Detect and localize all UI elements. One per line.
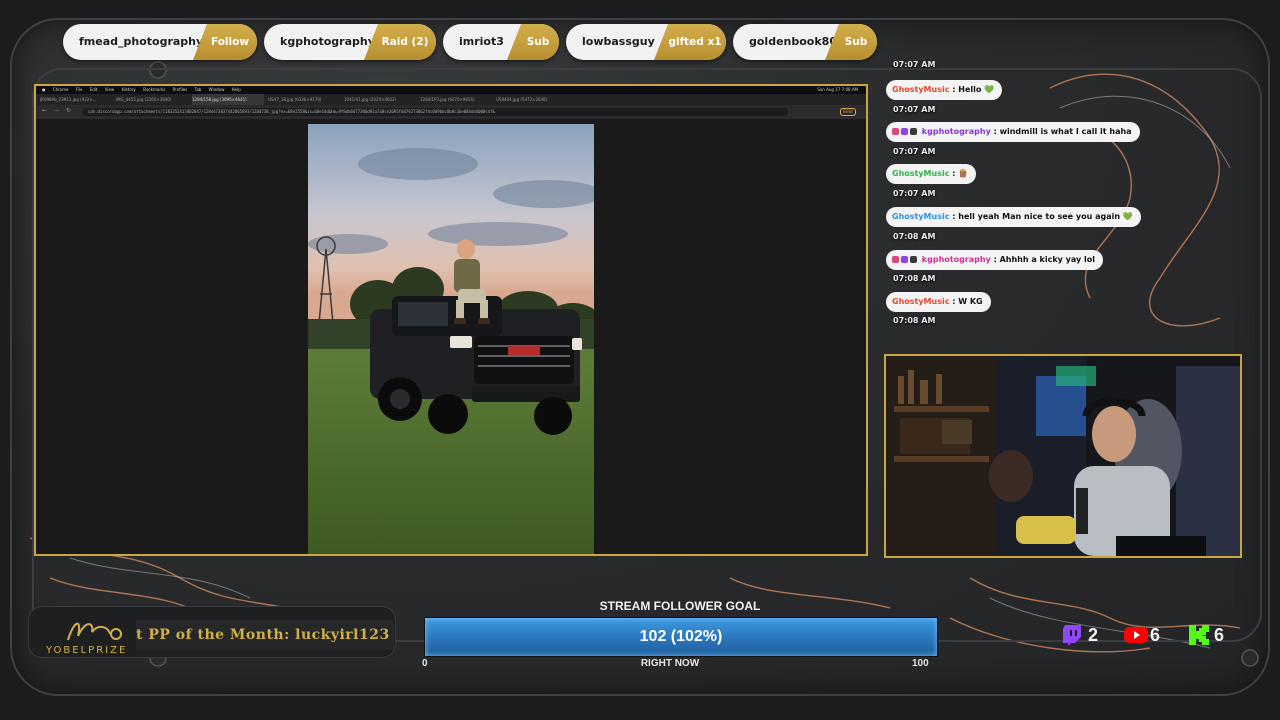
signature-logo-icon [67,622,122,641]
kick-icon [1189,625,1209,645]
chat-message: kgphotography : Ahhhh a kicky yay lol [886,250,1103,270]
chat-timestamp: 07:08 AM [893,316,936,325]
error-badge[interactable]: Error [840,108,856,116]
goal-max: 100 [912,658,929,669]
twitch-counter: 2 [1062,624,1098,646]
alert-username: kgphotography [280,35,375,48]
youtube-count: 6 [1150,625,1161,645]
menu-clock: Sun Aug 17 7:08 AM [817,87,858,92]
forward-icon[interactable]: → [54,107,59,114]
chat-timestamp: 07:08 AM [893,232,936,241]
apple-icon[interactable]: ● [42,87,46,92]
browser-tabs: JR0989b_23911.jpg (922×... IMG_4455.jpg (… [36,94,866,105]
chat-username: kgphotography [921,127,991,136]
image-viewer [36,119,866,554]
browser-tab[interactable]: 1041/01.jpg (3024×4032) [344,94,416,105]
menu-item[interactable]: Bookmarks [143,87,165,92]
bits-badge-icon [910,128,917,135]
menu-item[interactable]: File [76,87,83,92]
menu-item[interactable]: View [105,87,115,92]
chat-text: Hello 💚 [958,85,995,94]
address-bar-row: ← → ↻ cdn.discordapp.com/attachments/118… [36,105,866,119]
alert-pill: goldenbook80 Sub [733,24,877,60]
menu-item[interactable]: Chrome [53,87,69,92]
chat-username: kgphotography [921,255,991,264]
bits-badge-icon [910,256,917,263]
chat-message: GhostyMusic : hell yeah Man nice to see … [886,207,1141,227]
chat-username: GhostyMusic [892,85,950,94]
chat-emote: 🪵 [958,169,969,178]
alert-username: lowbassguy [582,35,655,48]
alert-username: fmead_photography [79,35,204,48]
brand-wordmark: YOBELPRIZE [46,645,128,656]
browser-tab[interactable]: USA7_18.jpg (6336×9170) [268,94,340,105]
goal-title: STREAM FOLLOWER GOAL [599,599,761,613]
alert-pill: lowbassguy gifted x1 [566,24,726,60]
alert-action: gifted x1 [654,24,726,60]
menu-item[interactable]: Window [209,87,225,92]
browser-tab[interactable]: IMG_4455.jpg (2160×3840) [116,94,188,105]
chat-timestamp: 07:07 AM [893,105,936,114]
alert-pill: imriot3 Sub [443,24,559,60]
youtube-counter: 6 [1124,624,1160,646]
alert-username: goldenbook80 [749,35,837,48]
url-input[interactable]: cdn.discordapp.com/attachments/118335241… [82,108,788,116]
browser-tab[interactable]: JR0989b_23911.jpg (922×... [40,94,112,105]
chat-text: Ahhhh a kicky yay lol [999,255,1095,264]
chat-username: GhostyMusic [892,169,950,178]
kick-counter: 6 [1188,624,1224,646]
chat-message: GhostyMusic : Hello 💚 [886,80,1003,100]
alert-pill: fmead_photography Follow [63,24,257,60]
webcam-feed [884,354,1242,558]
screen-capture: ● Chrome File Edit View History Bookmark… [34,84,868,556]
chat-timestamp: 07:07 AM [893,189,936,198]
alert-username: imriot3 [459,35,504,48]
menu-item[interactable]: Tab [195,87,202,92]
chat-username: GhostyMusic [892,212,950,221]
twitch-count: 2 [1088,625,1099,645]
webcam-image [886,356,1240,556]
chat-message: GhostyMusic : W KG [886,292,991,312]
potm-ticker: t PP of the Month: luckyirl123 [136,620,394,650]
alert-action: Sub [507,24,559,60]
browser-tab[interactable]: 1284/1P3.jpg (6470×9856) [420,94,492,105]
twitch-icon [1063,625,1081,646]
chat-timestamp: 07:07 AM [893,60,936,69]
chat-message: GhostyMusic : 🪵 [886,164,977,184]
chat-username: GhostyMusic [892,297,950,306]
menu-item[interactable]: Profiles [173,87,188,92]
reload-icon[interactable]: ↻ [66,107,71,114]
back-icon[interactable]: ← [42,107,47,114]
browser-tab[interactable]: US8404.jpg (5472×3648) [496,94,568,105]
goal-progress-bar: 102 (102%) [424,617,938,657]
subscriber-badge-icon [892,256,899,263]
chat-timestamp: 07:08 AM [893,274,936,283]
goal-min: 0 [422,658,428,669]
kick-count: 6 [1214,625,1225,645]
subscriber-badge-icon [892,128,899,135]
browser-tab-active[interactable]: 1294/158.jpg (3096×4641) [192,94,264,105]
menu-item[interactable]: Edit [90,87,98,92]
mac-menu-bar: ● Chrome File Edit View History Bookmark… [36,86,866,94]
truck-photo [308,124,594,554]
chat-message: kgphotography : windmill is what I call … [886,122,1140,142]
menu-item[interactable]: History [122,87,136,92]
youtube-icon [1124,627,1148,643]
chat-text: hell yeah Man nice to see you again 💚 [958,212,1133,221]
vip-badge-icon [901,128,908,135]
menu-item[interactable]: Help [232,87,241,92]
chat-text: W KG [958,297,983,306]
photo-image [308,124,594,554]
goal-subtitle: RIGHT NOW [640,658,700,669]
chat-text: windmill is what I call it haha [999,127,1132,136]
alert-pill: kgphotography Raid (2) [264,24,436,60]
vip-badge-icon [901,256,908,263]
chat-timestamp: 07:07 AM [893,147,936,156]
goal-count: 102 (102%) [639,628,723,645]
